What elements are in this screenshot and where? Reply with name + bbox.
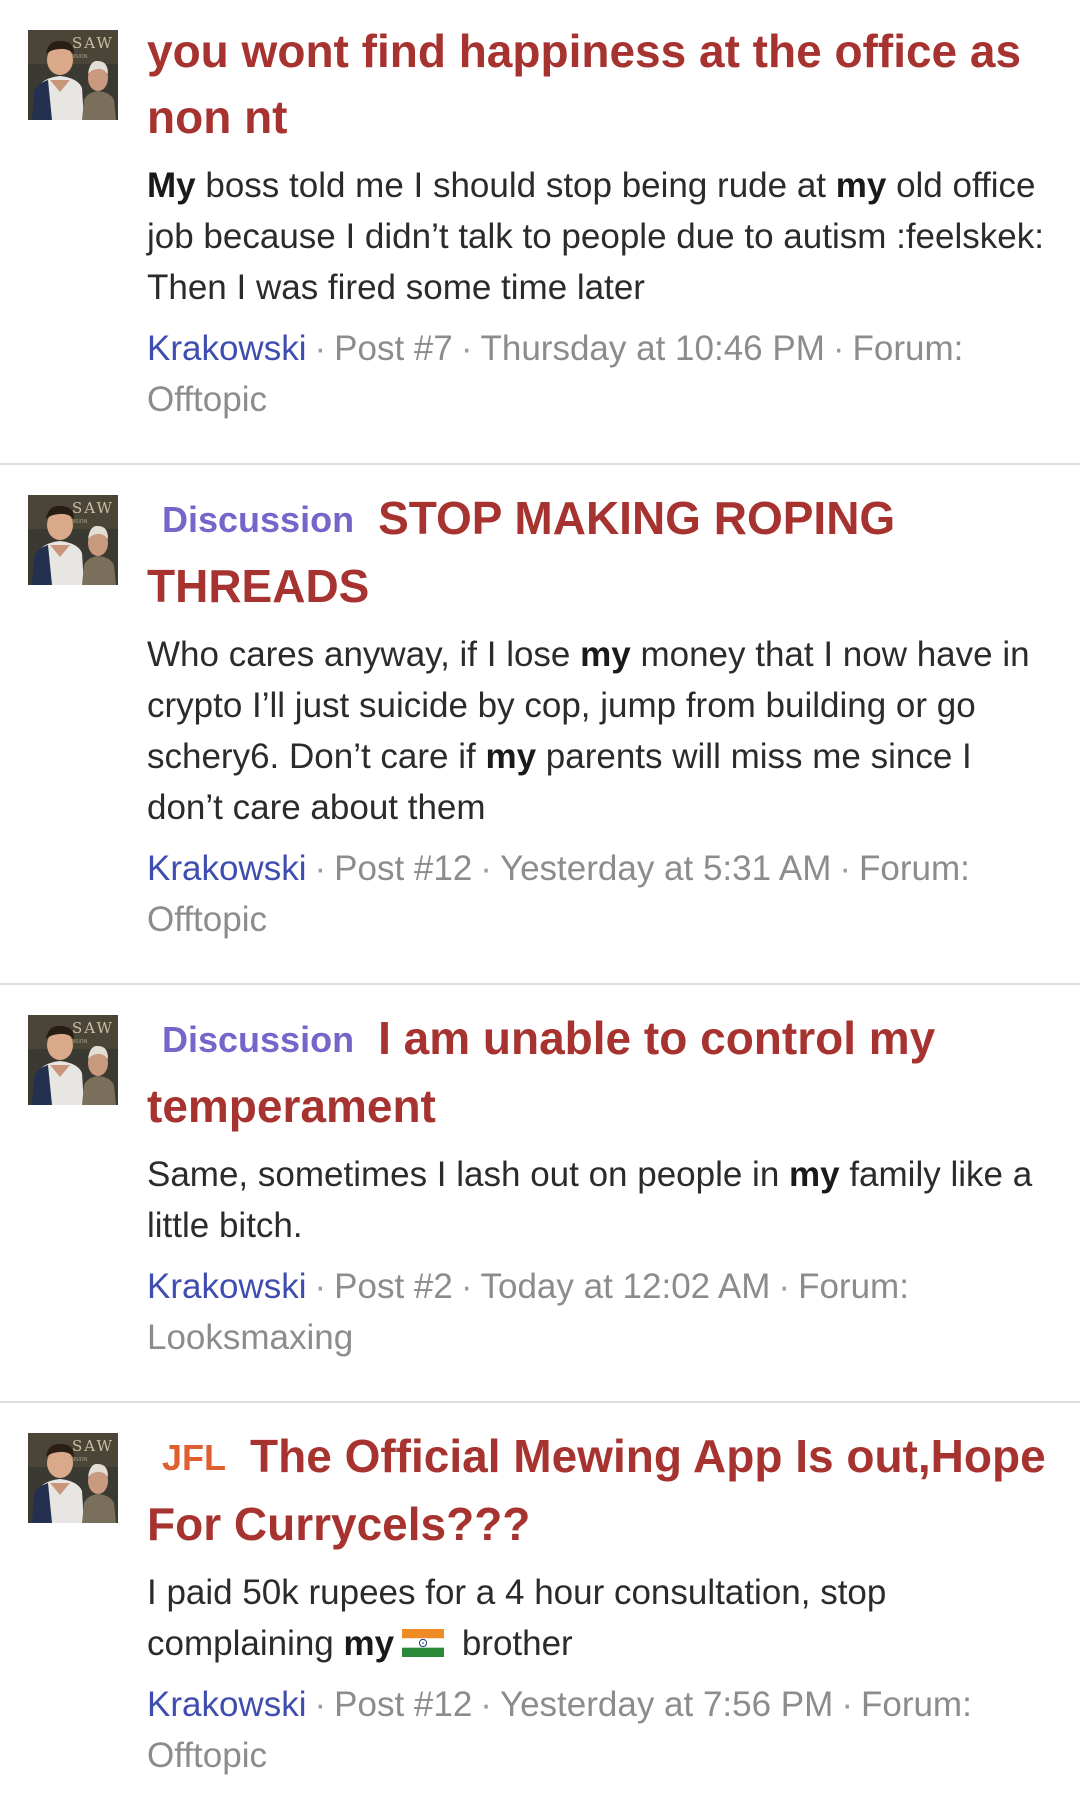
post-number: Post #12 xyxy=(334,849,473,888)
post-date: Yesterday at 5:31 AM xyxy=(499,849,832,888)
thread-prefix-label[interactable]: Discussion xyxy=(162,487,354,553)
search-highlight: my xyxy=(485,737,537,776)
result-title: Discussion STOP MAKING ROPING THREADS xyxy=(147,485,1052,619)
result-snippet: Same, sometimes I lash out on people in … xyxy=(147,1149,1052,1251)
avatar[interactable] xyxy=(28,1433,118,1523)
avatar[interactable] xyxy=(28,495,118,585)
search-highlight: My xyxy=(147,166,196,205)
result-title: JFL The Official Mewing App Is out,Hope F… xyxy=(147,1423,1052,1557)
title-text: I am unable to control xyxy=(378,1012,869,1064)
result-meta: Krakowski · Post #7 · Thursday at 10:46 PM · F… xyxy=(147,323,1052,425)
result-title-link[interactable]: you wont find happiness at the office as… xyxy=(147,25,1021,143)
result-meta: Krakowski · Post #12 · Yesterday at 7:56 PM ·… xyxy=(147,1679,1052,1781)
meta-separator: · xyxy=(314,1267,327,1306)
thread-prefix-label[interactable]: JFL xyxy=(162,1425,226,1491)
meta-separator: · xyxy=(314,329,327,368)
snippet-text: Who cares anyway, if I lose xyxy=(147,635,581,674)
forum-label: Forum: xyxy=(860,1685,972,1724)
author-link[interactable]: Krakowski xyxy=(147,1685,306,1724)
result-meta: Krakowski · Post #12 · Yesterday at 5:31 AM ·… xyxy=(147,843,1052,945)
search-result: JFL The Official Mewing App Is out,Hope F… xyxy=(0,1403,1080,1819)
meta-separator: · xyxy=(460,1267,473,1306)
post-number: Post #2 xyxy=(334,1267,453,1306)
result-snippet: I paid 50k rupees for a 4 hour consultat… xyxy=(147,1567,1052,1669)
thread-prefix-label[interactable]: Discussion xyxy=(162,1007,354,1073)
meta-separator: · xyxy=(314,1685,327,1724)
post-number: Post #7 xyxy=(334,329,453,368)
forum-name[interactable]: Offtopic xyxy=(147,380,267,419)
meta-separator: · xyxy=(778,1267,791,1306)
snippet-text: Same, sometimes I lash out on people in xyxy=(147,1155,790,1194)
forum-label: Forum: xyxy=(852,329,964,368)
india-flag-icon xyxy=(402,1620,445,1657)
author-link[interactable]: Krakowski xyxy=(147,1267,306,1306)
meta-separator: · xyxy=(480,849,492,888)
search-result: Discussion STOP MAKING ROPING THREADS Who… xyxy=(0,465,1080,985)
avatar[interactable] xyxy=(28,1015,118,1105)
forum-label: Forum: xyxy=(859,849,970,888)
snippet-text: brother xyxy=(452,1624,573,1663)
search-highlight: my xyxy=(868,1012,936,1064)
post-date: Yesterday at 7:56 PM xyxy=(499,1685,834,1724)
search-highlight: my xyxy=(580,635,631,674)
search-highlight: my xyxy=(343,1624,395,1663)
author-link[interactable]: Krakowski xyxy=(147,329,306,368)
result-snippet: My boss told me I should stop being rude… xyxy=(147,160,1052,313)
snippet-text: boss told me I should stop being rude at xyxy=(195,166,836,205)
result-snippet: Who cares anyway, if I lose my money tha… xyxy=(147,629,1052,833)
search-highlight: my xyxy=(789,1155,840,1194)
meta-separator: · xyxy=(314,849,327,888)
post-date: Today at 12:02 AM xyxy=(480,1267,771,1306)
forum-name[interactable]: Looksmaxing xyxy=(147,1318,353,1357)
result-title: you wont find happiness at the office as… xyxy=(147,18,1052,150)
result-meta: Krakowski · Post #2 · Today at 12:02 AM · Foru… xyxy=(147,1261,1052,1363)
search-result: Discussion I am unable to control my temp… xyxy=(0,985,1080,1403)
result-title-link[interactable]: The Official Mewing App Is out,Hope For … xyxy=(147,1430,1046,1550)
avatar[interactable] xyxy=(28,30,118,120)
search-result: you wont find happiness at the office as… xyxy=(0,0,1080,465)
result-title: Discussion I am unable to control my temp… xyxy=(147,1005,1052,1139)
search-highlight: my xyxy=(835,166,887,205)
forum-name[interactable]: Offtopic xyxy=(147,900,267,939)
meta-separator: · xyxy=(460,329,473,368)
title-text: temperament xyxy=(147,1080,436,1132)
author-link[interactable]: Krakowski xyxy=(147,849,306,888)
meta-separator: · xyxy=(832,329,845,368)
forum-name[interactable]: Offtopic xyxy=(147,1736,267,1775)
meta-separator: · xyxy=(480,1685,492,1724)
search-results-list: you wont find happiness at the office as… xyxy=(0,0,1080,1819)
forum-label: Forum: xyxy=(798,1267,909,1306)
post-date: Thursday at 10:46 PM xyxy=(480,329,825,368)
meta-separator: · xyxy=(839,849,852,888)
meta-separator: · xyxy=(841,1685,853,1724)
post-number: Post #12 xyxy=(334,1685,473,1724)
